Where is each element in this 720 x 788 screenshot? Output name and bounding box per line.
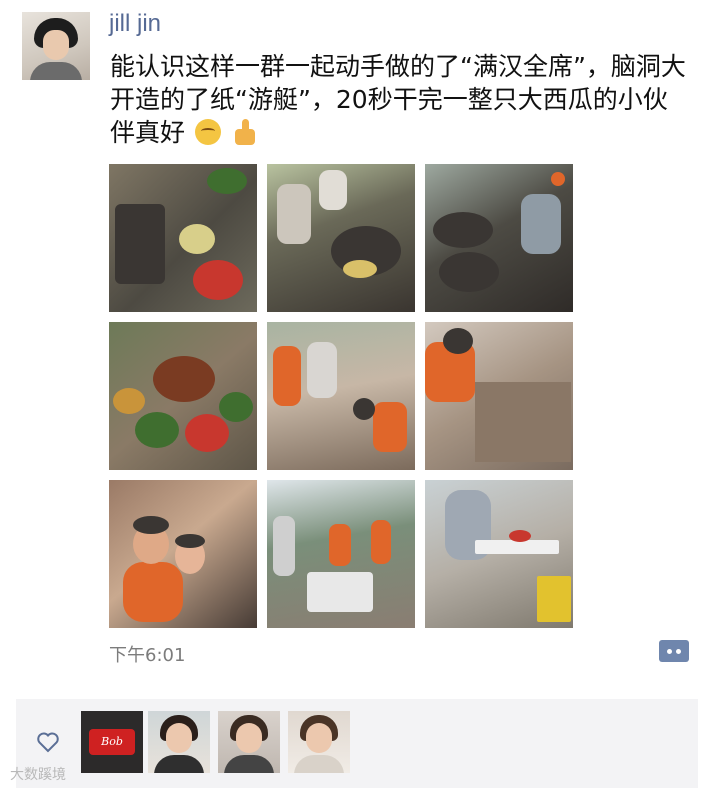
- watermark-text: 大数蹊境: [10, 767, 66, 783]
- thinking-face-icon: [194, 119, 221, 145]
- avatar-face: [43, 30, 69, 60]
- comment-dot-icon: [667, 649, 672, 654]
- comment-button[interactable]: [659, 640, 689, 662]
- liker-avatar[interactable]: [218, 711, 280, 773]
- photo-7[interactable]: [109, 480, 257, 628]
- thumbs-up-icon: [234, 119, 259, 145]
- liker-avatar[interactable]: Bob: [81, 711, 143, 773]
- comment-dot-icon: [676, 649, 681, 654]
- poster-username[interactable]: jill jin: [109, 10, 161, 38]
- photo-grid: [109, 164, 573, 628]
- photo-1[interactable]: [109, 164, 257, 312]
- heart-icon: [37, 732, 59, 753]
- photo-8[interactable]: [267, 480, 415, 628]
- liker-avatar-label: Bob: [101, 735, 123, 748]
- liker-avatar[interactable]: [148, 711, 210, 773]
- photo-2[interactable]: [267, 164, 415, 312]
- photo-5[interactable]: [267, 322, 415, 470]
- avatar-body: [30, 62, 82, 80]
- post-text: 能认识这样一群一起动手做的了“满汉全席”，脑洞大开造的了纸“游艇”，20秒干完一…: [110, 50, 690, 149]
- poster-avatar[interactable]: [22, 12, 90, 80]
- liker-avatar[interactable]: [288, 711, 350, 773]
- photo-3[interactable]: [425, 164, 573, 312]
- photo-9[interactable]: [425, 480, 573, 628]
- photo-4[interactable]: [109, 322, 257, 470]
- photo-6[interactable]: [425, 322, 573, 470]
- post-timestamp: 下午6:01: [109, 645, 186, 666]
